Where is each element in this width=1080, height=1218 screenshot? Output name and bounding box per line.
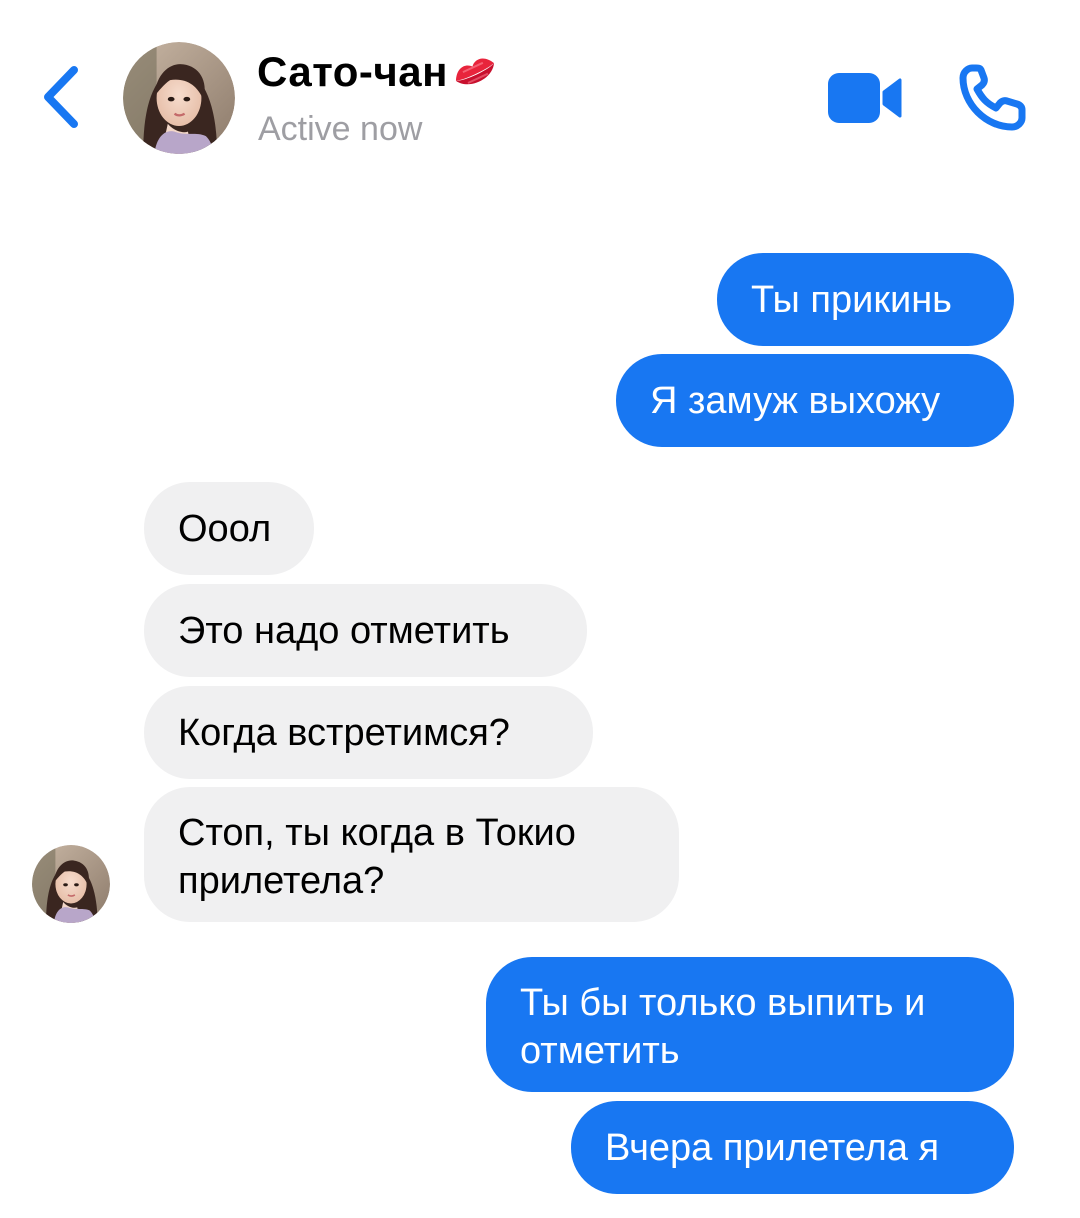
sender-avatar[interactable] (32, 845, 110, 923)
video-call-button[interactable] (826, 70, 906, 126)
voice-call-button[interactable] (958, 62, 1028, 132)
message-bubble-outgoing[interactable]: Ты прикинь (717, 253, 1014, 346)
message-bubble-incoming[interactable]: Ооол (144, 482, 314, 575)
message-bubble-outgoing[interactable]: Я замуж выхожу (616, 354, 1014, 447)
message-bubble-incoming[interactable]: Это надо отметить (144, 584, 587, 677)
contact-name[interactable]: Сато-чан (257, 48, 500, 96)
message-bubble-outgoing[interactable]: Ты бы только выпить и отметить (486, 957, 1014, 1092)
message-bubble-incoming[interactable]: Стоп, ты когда в Токио прилетела? (144, 787, 679, 922)
phone-icon (959, 64, 1026, 131)
contact-avatar[interactable] (123, 42, 235, 154)
contact-name-text: Сато-чан (257, 48, 448, 95)
chat-header: Сато-чан Active now (0, 0, 1080, 178)
message-bubble-outgoing[interactable]: Вчера прилетела я (571, 1101, 1014, 1194)
chevron-left-icon (44, 66, 78, 128)
kiss-lips-icon (455, 58, 495, 85)
message-bubble-incoming[interactable]: Когда встретимся? (144, 686, 593, 779)
active-status: Active now (258, 110, 423, 148)
back-button[interactable] (36, 62, 86, 132)
video-camera-icon (828, 73, 902, 123)
